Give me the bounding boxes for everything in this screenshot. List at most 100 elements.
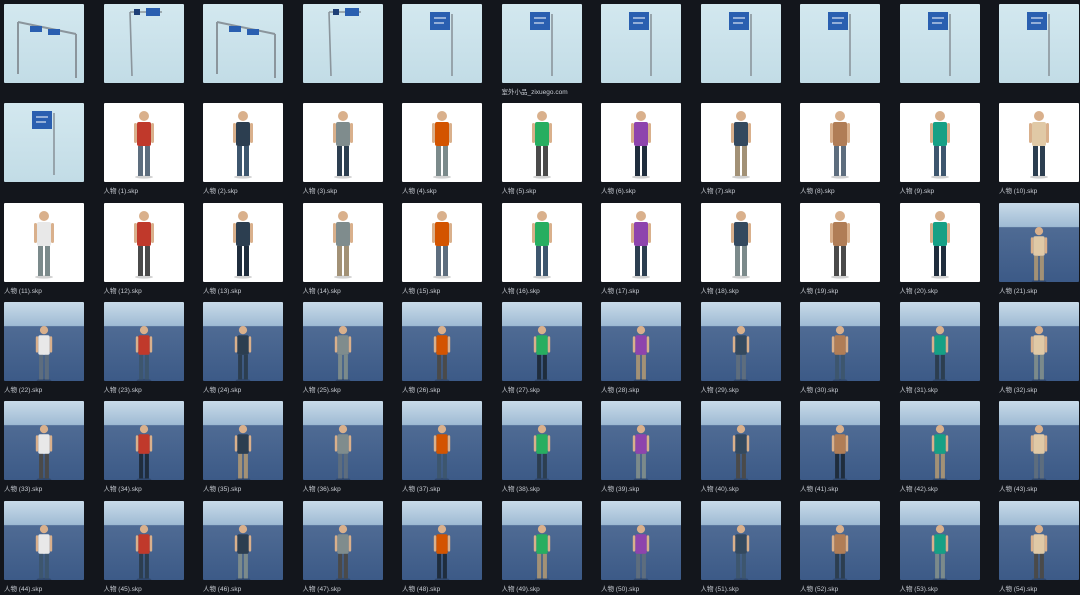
file-name-label: 人物 (27).skp (501, 386, 540, 394)
file-name-label: 人物 (40).skp (700, 486, 739, 494)
person-model-thumbnail[interactable] (4, 202, 84, 282)
person-model-thumbnail[interactable] (999, 301, 1079, 381)
file-name-label: 人物 (10).skp (999, 188, 1038, 196)
person-model-thumbnail[interactable] (800, 401, 880, 481)
person-model-thumbnail[interactable] (899, 103, 980, 183)
file-name-label: 人物 (26).skp (402, 386, 441, 394)
file-name-label: 人物 (37).skp (402, 486, 441, 494)
person-model-thumbnail[interactable] (700, 401, 781, 481)
person-model-thumbnail[interactable] (601, 202, 681, 282)
road-sign-thumbnail[interactable] (999, 4, 1079, 83)
file-name-label: 人物 (52).skp (800, 585, 839, 593)
person-model-thumbnail[interactable] (4, 401, 84, 481)
file-name-label: 人物 (17).skp (601, 287, 640, 295)
person-model-thumbnail[interactable] (999, 103, 1079, 183)
person-model-thumbnail[interactable] (103, 202, 184, 282)
file-name-label: 人物 (34).skp (103, 486, 142, 494)
road-sign-thumbnail[interactable] (899, 4, 980, 83)
person-model-thumbnail[interactable] (203, 202, 283, 282)
person-model-thumbnail[interactable] (999, 500, 1079, 580)
person-model-thumbnail[interactable] (103, 301, 184, 381)
person-model-thumbnail[interactable] (302, 401, 383, 481)
road-sign-thumbnail[interactable] (4, 103, 84, 183)
road-sign-thumbnail[interactable] (4, 4, 84, 83)
person-model-thumbnail[interactable] (601, 401, 681, 481)
thumbnail-grid: 室外小品_zixuego.com 人物 (1).skp 人物 (2).skp 人… (0, 0, 1080, 595)
person-model-thumbnail[interactable] (700, 202, 781, 282)
file-name-label: 人物 (20).skp (899, 287, 938, 295)
file-name-label: 人物 (3).skp (302, 188, 338, 196)
person-model-thumbnail[interactable] (899, 500, 980, 580)
file-name-label: 人物 (43).skp (999, 486, 1038, 494)
person-model-thumbnail[interactable] (700, 301, 781, 381)
person-model-thumbnail[interactable] (700, 103, 781, 183)
person-model-thumbnail[interactable] (302, 202, 383, 282)
person-model-thumbnail[interactable] (501, 500, 582, 580)
person-model-thumbnail[interactable] (800, 301, 880, 381)
file-name-label: 人物 (32).skp (999, 386, 1038, 394)
file-name-label: 人物 (6).skp (601, 188, 636, 196)
file-name-label: 人物 (30).skp (800, 386, 839, 394)
person-model-thumbnail[interactable] (899, 202, 980, 282)
file-name-label: 人物 (28).skp (601, 386, 640, 394)
person-model-thumbnail[interactable] (402, 103, 482, 183)
road-sign-thumbnail[interactable] (601, 4, 681, 83)
person-model-thumbnail[interactable] (203, 401, 283, 481)
person-model-thumbnail[interactable] (4, 301, 84, 381)
road-sign-thumbnail[interactable] (203, 4, 283, 83)
person-model-thumbnail[interactable] (103, 401, 184, 481)
file-name-label: 人物 (14).skp (302, 287, 341, 295)
road-sign-thumbnail[interactable] (501, 4, 582, 83)
person-model-thumbnail[interactable] (999, 202, 1079, 282)
file-name-label: 人物 (16).skp (501, 287, 540, 295)
person-model-thumbnail[interactable] (899, 401, 980, 481)
file-name-label: 人物 (15).skp (402, 287, 441, 295)
file-name-label: 人物 (31).skp (899, 386, 938, 394)
person-model-thumbnail[interactable] (700, 500, 781, 580)
person-model-thumbnail[interactable] (203, 500, 283, 580)
person-model-thumbnail[interactable] (501, 202, 582, 282)
file-name-label: 人物 (38).skp (501, 486, 540, 494)
person-model-thumbnail[interactable] (203, 103, 283, 183)
person-model-thumbnail[interactable] (203, 301, 283, 381)
person-model-thumbnail[interactable] (501, 401, 582, 481)
file-name-label: 人物 (48).skp (402, 585, 441, 593)
person-model-thumbnail[interactable] (402, 202, 482, 282)
person-model-thumbnail[interactable] (103, 103, 184, 183)
person-model-thumbnail[interactable] (999, 401, 1079, 481)
person-model-thumbnail[interactable] (302, 301, 383, 381)
road-sign-thumbnail[interactable] (800, 4, 880, 83)
person-model-thumbnail[interactable] (501, 301, 582, 381)
person-model-thumbnail[interactable] (800, 202, 880, 282)
person-model-thumbnail[interactable] (800, 103, 880, 183)
file-name-label: 人物 (33).skp (4, 486, 43, 494)
person-model-thumbnail[interactable] (601, 500, 681, 580)
person-model-thumbnail[interactable] (800, 500, 880, 580)
file-name-label: 人物 (45).skp (103, 585, 142, 593)
person-model-thumbnail[interactable] (402, 500, 482, 580)
file-name-label: 人物 (51).skp (700, 585, 739, 593)
file-name-label: 室外小品_zixuego.com (501, 89, 568, 96)
person-model-thumbnail[interactable] (103, 500, 184, 580)
road-sign-thumbnail[interactable] (302, 4, 383, 83)
person-model-thumbnail[interactable] (601, 301, 681, 381)
person-model-thumbnail[interactable] (899, 301, 980, 381)
person-model-thumbnail[interactable] (601, 103, 681, 183)
file-name-label: 人物 (5).skp (501, 188, 537, 196)
file-name-label: 人物 (54).skp (999, 585, 1038, 593)
file-name-label: 人物 (39).skp (601, 486, 640, 494)
person-model-thumbnail[interactable] (501, 103, 582, 183)
road-sign-thumbnail[interactable] (103, 4, 184, 83)
file-name-label: 人物 (23).skp (103, 386, 142, 394)
person-model-thumbnail[interactable] (402, 401, 482, 481)
road-sign-thumbnail[interactable] (700, 4, 781, 83)
person-model-thumbnail[interactable] (302, 103, 383, 183)
file-name-label: 人物 (2).skp (203, 188, 238, 196)
file-name-label: 人物 (44).skp (4, 585, 43, 593)
file-name-label: 人物 (9).skp (899, 188, 935, 196)
person-model-thumbnail[interactable] (4, 500, 84, 580)
person-model-thumbnail[interactable] (402, 301, 482, 381)
road-sign-thumbnail[interactable] (402, 4, 482, 83)
file-name-label: 人物 (4).skp (402, 188, 437, 196)
person-model-thumbnail[interactable] (302, 500, 383, 580)
